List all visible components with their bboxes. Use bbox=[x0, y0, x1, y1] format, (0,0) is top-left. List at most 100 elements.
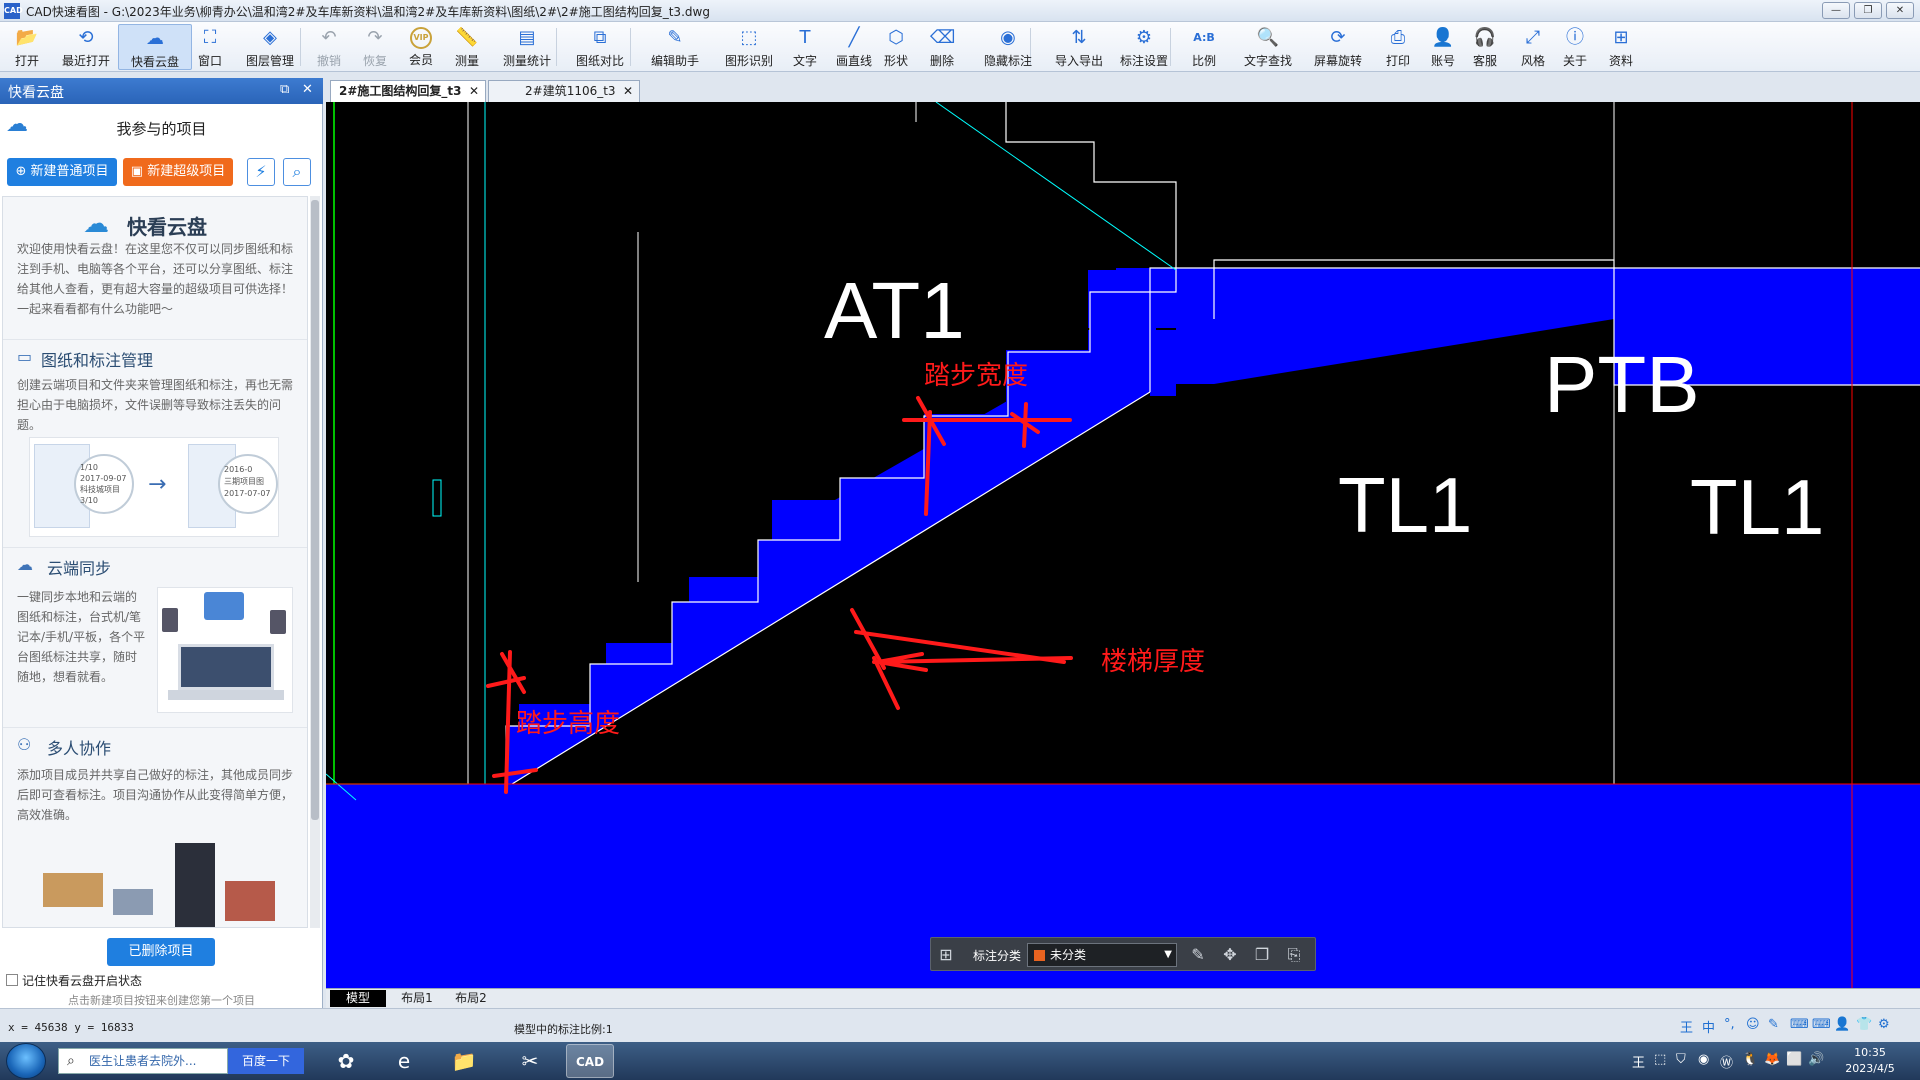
toolbar-text-search-button[interactable]: 🔍 文字查找 bbox=[1232, 24, 1304, 70]
ime-icon[interactable]: ☺ bbox=[1746, 1017, 1760, 1032]
toolbar-layers-button[interactable]: ◈ 图层管理 bbox=[236, 24, 304, 70]
new-normal-project-button[interactable]: ⊕ 新建普通项目 bbox=[7, 158, 117, 186]
toolbar-label: 撤销 bbox=[316, 54, 341, 68]
ime-icon[interactable]: °, bbox=[1724, 1017, 1735, 1032]
ime-icon[interactable]: 👕 bbox=[1856, 1017, 1872, 1032]
new-super-project-button[interactable]: ▣ 新建超级项目 bbox=[123, 158, 233, 186]
toolbar-info-button[interactable]: ⓘ 关于 bbox=[1556, 24, 1594, 70]
tab-model[interactable]: 模型 bbox=[330, 990, 386, 1007]
baidu-netdisk-taskbar-icon[interactable]: ✿ bbox=[322, 1044, 370, 1078]
toolbar-user-button[interactable]: 👤 账号 bbox=[1424, 24, 1462, 70]
start-button[interactable] bbox=[6, 1043, 46, 1079]
label-tl1-left: TL1 bbox=[1338, 461, 1472, 549]
toolbar-line-button[interactable]: ╱ 画直线 bbox=[828, 24, 880, 70]
tray-icon[interactable]: 🦊 bbox=[1764, 1052, 1780, 1067]
annotation-category-select[interactable]: 未分类 ▼ bbox=[1027, 943, 1177, 967]
tray-icon[interactable]: Ⓦ bbox=[1720, 1052, 1733, 1071]
toolbar-open-folder-button[interactable]: 📂 打开 bbox=[8, 24, 46, 70]
toolbar-undo-button[interactable]: ↶ 撤销 bbox=[310, 24, 348, 70]
user-icon: 👤 bbox=[1431, 27, 1455, 48]
tray-icon[interactable]: 王 bbox=[1632, 1052, 1645, 1071]
toolbar-edit-assistant-button[interactable]: ✎ 编辑助手 bbox=[640, 24, 710, 70]
toolbar-erase-button[interactable]: ⌫ 删除 bbox=[922, 24, 962, 70]
tray-icon[interactable]: 🐧 bbox=[1742, 1052, 1758, 1067]
toolbar-headset-button[interactable]: 🎧 客服 bbox=[1466, 24, 1504, 70]
illus-text: 3/10 bbox=[80, 496, 98, 505]
remember-label: 记住快看云盘开启状态 bbox=[22, 974, 143, 988]
grid-icon[interactable]: ⊞ bbox=[935, 944, 957, 966]
toolbar-redo-button[interactable]: ↷ 恢复 bbox=[356, 24, 394, 70]
tab-architecture-drawing[interactable]: 2#建筑1106_t3 ✕ bbox=[488, 80, 640, 102]
upper-steps-outline bbox=[1005, 102, 1177, 272]
tray-icon[interactable]: ⬚ bbox=[1654, 1052, 1666, 1067]
tools-taskbar-icon[interactable]: ✂ bbox=[506, 1044, 554, 1078]
panel-scroll-thumb[interactable] bbox=[311, 200, 319, 820]
clock[interactable]: 10:35 2023/4/5 bbox=[1830, 1045, 1910, 1077]
toolbar-hide-annotation-button[interactable]: ◉ 隐藏标注 bbox=[974, 24, 1042, 70]
illus-text: 2017-09-07 bbox=[80, 474, 127, 483]
toolbar-recent-button[interactable]: ⟲ 最近打开 bbox=[52, 24, 120, 70]
ime-icon[interactable]: 中 bbox=[1702, 1017, 1715, 1036]
toolbar-label: 隐藏标注 bbox=[983, 54, 1032, 68]
toolbar-shape-recognize-button[interactable]: ⬚ 图形识别 bbox=[714, 24, 784, 70]
toolbar-window-button[interactable]: ⛶ 窗口 bbox=[188, 24, 232, 70]
tab-close-icon[interactable]: ✕ bbox=[623, 81, 633, 101]
tab-structure-drawing[interactable]: 2#施工图结构回复_t3 ✕ bbox=[330, 80, 486, 102]
toolbar-label: 图层管理 bbox=[245, 54, 294, 68]
edit-icon[interactable]: ✎ bbox=[1187, 944, 1209, 966]
toolbar-measure-button[interactable]: 📏 测量 bbox=[446, 24, 488, 70]
explorer-taskbar-icon[interactable]: 📁 bbox=[440, 1044, 488, 1078]
tab-label: 2#建筑1106_t3 bbox=[525, 84, 616, 98]
toolbar-label: 测量统计 bbox=[502, 54, 551, 68]
search-icon[interactable]: ⌕ bbox=[283, 158, 311, 186]
ime-icon[interactable]: ✎ bbox=[1768, 1017, 1779, 1032]
toolbar-vip-button[interactable]: VIP 会员 bbox=[402, 24, 440, 70]
remember-checkbox[interactable] bbox=[6, 974, 18, 986]
toolbar-materials-button[interactable]: ⊞ 资料 bbox=[1602, 24, 1640, 70]
toolbar-style-button[interactable]: ⤢ 风格 bbox=[1514, 24, 1552, 70]
toolbar-import-export-button[interactable]: ⇅ 导入导出 bbox=[1044, 24, 1114, 70]
toolbar-compare-button[interactable]: ⧉ 图纸对比 bbox=[566, 24, 634, 70]
panel-pin-icon[interactable]: ⧉ bbox=[280, 82, 289, 97]
tray-icon[interactable]: ⛉ bbox=[1676, 1052, 1686, 1067]
baidu-search-button[interactable]: 百度一下 bbox=[228, 1048, 304, 1074]
ime-icon[interactable]: 王 bbox=[1680, 1017, 1693, 1036]
style-icon: ⤢ bbox=[1525, 27, 1541, 48]
deleted-projects-button[interactable]: 已删除项目 bbox=[107, 938, 215, 966]
line-icon: ╱ bbox=[848, 27, 860, 48]
paste-icon[interactable]: ⎘ bbox=[1283, 944, 1305, 966]
toolbar-scale-button[interactable]: A:B 比例 bbox=[1182, 24, 1226, 70]
ime-icon[interactable]: ⚙ bbox=[1878, 1017, 1890, 1032]
drawing-canvas[interactable]: AT1 PTB TL1 TL1 踏步宽度 楼梯厚度 踏步高度 ⊞ 标注分类 未分… bbox=[326, 102, 1920, 988]
toolbar-cloud-button[interactable]: ☁ 快看云盘 bbox=[118, 24, 192, 70]
ime-icon[interactable]: 👤 bbox=[1834, 1017, 1850, 1032]
maximize-button[interactable]: ❐ bbox=[1854, 2, 1882, 19]
shape-recognize-icon: ⬚ bbox=[740, 27, 758, 48]
toolbar-text-button[interactable]: T 文字 bbox=[786, 24, 824, 70]
tab-layout2[interactable]: 布局2 bbox=[446, 990, 496, 1007]
ie-taskbar-icon[interactable]: e bbox=[380, 1044, 428, 1078]
toolbar-label: 关于 bbox=[1562, 54, 1587, 68]
tray-icon[interactable]: ⬜ bbox=[1786, 1052, 1802, 1067]
toolbar-shape-button[interactable]: ⬡ 形状 bbox=[876, 24, 916, 70]
sync-icon[interactable]: ⚡ bbox=[247, 158, 275, 186]
panel-close-icon[interactable]: ✕ bbox=[302, 82, 313, 97]
move-icon[interactable]: ✥ bbox=[1219, 944, 1241, 966]
copy-icon[interactable]: ❐ bbox=[1251, 944, 1273, 966]
toolbar-rotate-button[interactable]: ⟳ 屏幕旋转 bbox=[1302, 24, 1374, 70]
ime-icon[interactable]: ⌨ bbox=[1790, 1017, 1809, 1032]
toolbar-measure-stats-button[interactable]: ▤ 测量统计 bbox=[492, 24, 562, 70]
tray-icon[interactable]: 🔊 bbox=[1808, 1052, 1824, 1067]
ime-icon[interactable]: ⌨ bbox=[1812, 1017, 1831, 1032]
cad-drawing[interactable]: AT1 PTB TL1 TL1 踏步宽度 楼梯厚度 踏步高度 bbox=[326, 102, 1920, 988]
close-button[interactable]: ✕ bbox=[1886, 2, 1914, 19]
cad-viewer-taskbar-icon[interactable]: CAD bbox=[566, 1044, 614, 1078]
tab-layout1[interactable]: 布局1 bbox=[392, 990, 442, 1007]
tray-icon[interactable]: ◉ bbox=[1698, 1052, 1709, 1067]
toolbar-print-button[interactable]: ⎙ 打印 bbox=[1378, 24, 1418, 70]
tab-close-icon[interactable]: ✕ bbox=[469, 81, 479, 101]
taskbar-search-input[interactable]: ⌕ 医生让患者去院外... bbox=[58, 1048, 228, 1074]
minimize-button[interactable]: — bbox=[1822, 2, 1850, 19]
illus-text: 2016-0 bbox=[224, 465, 253, 474]
toolbar-annotation-settings-button[interactable]: ⚙ 标注设置 bbox=[1110, 24, 1178, 70]
